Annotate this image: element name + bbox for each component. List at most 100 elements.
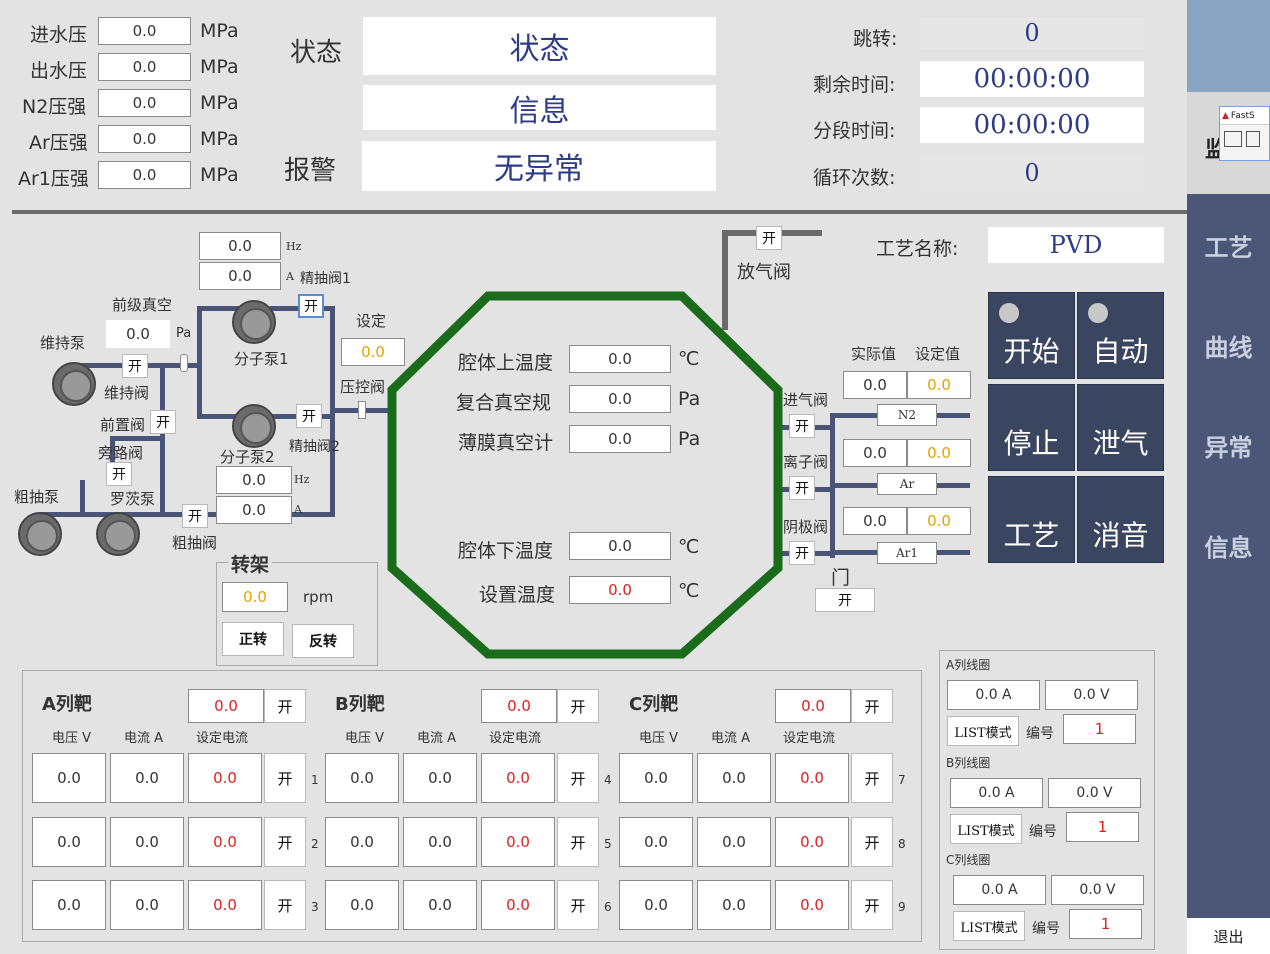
coil-current: 0.0 A <box>953 875 1046 905</box>
target-current: 0.0 <box>403 753 477 803</box>
fast-popup[interactable]: ▲ FastS <box>1219 106 1270 161</box>
target-toggle-button[interactable]: 开 <box>851 880 893 930</box>
cathode-valve-button[interactable]: 开 <box>789 541 815 565</box>
sidebar-item-exception[interactable]: 异常 <box>1187 428 1270 463</box>
ar1-set[interactable]: 0.0 <box>907 507 971 535</box>
roots-pump-icon[interactable] <box>96 512 140 556</box>
stop-button[interactable]: 停止 <box>988 384 1075 471</box>
n2-set[interactable]: 0.0 <box>907 371 971 399</box>
molecular-pump-1-icon[interactable] <box>232 300 276 344</box>
remaining-time-label: 剩余时间: <box>813 74 896 96</box>
target-set-current[interactable]: 0.0 <box>188 753 262 803</box>
target-toggle-button[interactable]: 开 <box>264 817 306 867</box>
target-group-toggle-button[interactable]: 开 <box>557 689 599 723</box>
coil-list-mode-button[interactable]: LIST模式 <box>953 911 1025 941</box>
target-toggle-button[interactable]: 开 <box>557 753 599 803</box>
target-toggle-button[interactable]: 开 <box>851 753 893 803</box>
cathode-valve-label: 阴极阀 <box>783 518 829 536</box>
pre-vacuum-label: 前级真空 <box>112 296 173 314</box>
reverse-button[interactable]: 反转 <box>292 624 354 658</box>
pressure-value: 0.0 <box>98 17 191 45</box>
target-toggle-button[interactable]: 开 <box>264 880 306 930</box>
process-button[interactable]: 工艺 <box>988 476 1075 563</box>
target-set-current[interactable]: 0.0 <box>481 880 555 930</box>
vent-valve-button[interactable]: 开 <box>756 226 782 250</box>
coil-list-mode-button[interactable]: LIST模式 <box>947 716 1019 746</box>
exit-button[interactable]: 退出 <box>1187 918 1270 954</box>
target-group-set-current[interactable]: 0.0 <box>775 689 851 723</box>
pressure-label: 出水压 <box>30 60 88 82</box>
roots-pump-label: 罗茨泵 <box>110 490 156 508</box>
target-number: 7 <box>898 773 906 787</box>
target-toggle-button[interactable]: 开 <box>264 753 306 803</box>
target-set-current[interactable]: 0.0 <box>481 817 555 867</box>
target-current: 0.0 <box>110 880 184 930</box>
rough-valve-button[interactable]: 开 <box>182 504 208 528</box>
fine-valve-1-button[interactable]: 开 <box>298 294 324 318</box>
pressure-label: Ar压强 <box>29 132 88 154</box>
coil-id-value[interactable]: 1 <box>1066 812 1139 842</box>
holding-valve-button[interactable]: 开 <box>122 354 148 378</box>
rough-pump-icon[interactable] <box>18 512 62 556</box>
ar-set[interactable]: 0.0 <box>907 439 971 467</box>
film-gauge-value: 0.0 <box>569 425 671 453</box>
target-set-current[interactable]: 0.0 <box>188 880 262 930</box>
target-toggle-button[interactable]: 开 <box>557 817 599 867</box>
turntable-speed[interactable]: 0.0 <box>222 582 288 612</box>
window-icon[interactable] <box>1246 131 1260 147</box>
door-label: 门 <box>831 567 851 589</box>
turntable-unit: rpm <box>303 588 334 606</box>
target-toggle-button[interactable]: 开 <box>851 817 893 867</box>
pressure-value: 0.0 <box>98 161 191 189</box>
pre-valve-button[interactable]: 开 <box>150 410 176 434</box>
target-group-toggle-button[interactable]: 开 <box>851 689 893 723</box>
target-group-toggle-button[interactable]: 开 <box>264 689 306 723</box>
vent-button[interactable]: 泄气 <box>1077 384 1164 471</box>
set-current-header: 设定电流 <box>196 731 249 746</box>
inlet-valve-button[interactable]: 开 <box>789 414 815 438</box>
cycle-count-value: 0 <box>920 156 1144 190</box>
target-toggle-button[interactable]: 开 <box>557 880 599 930</box>
ar-actual: 0.0 <box>843 439 907 467</box>
coil-list-mode-button[interactable]: LIST模式 <box>950 814 1022 844</box>
mute-button[interactable]: 消音 <box>1077 476 1164 563</box>
set-temp-unit: ℃ <box>678 580 700 602</box>
holding-pump-icon[interactable] <box>52 362 96 406</box>
sidebar-item-process[interactable]: 工艺 <box>1187 228 1270 263</box>
auto-button[interactable]: 自动 <box>1077 292 1164 379</box>
a-unit: A <box>286 270 294 283</box>
coil-title: C列线圈 <box>946 853 991 867</box>
target-number: 1 <box>311 773 319 787</box>
sidebar-item-info[interactable]: 信息 <box>1187 528 1270 563</box>
target-set-current[interactable]: 0.0 <box>775 753 849 803</box>
target-group-title: A列靶 <box>42 694 92 715</box>
folder-icon[interactable] <box>1224 131 1242 147</box>
target-number: 3 <box>311 900 319 914</box>
target-set-current[interactable]: 0.0 <box>188 817 262 867</box>
pre-valve-label: 前置阀 <box>100 416 146 434</box>
chamber-lower-temp-unit: ℃ <box>678 536 700 558</box>
target-set-current[interactable]: 0.0 <box>481 753 555 803</box>
sidebar-item-curve[interactable]: 曲线 <box>1187 328 1270 363</box>
fine-valve-2-button[interactable]: 开 <box>296 404 322 428</box>
target-group-set-current[interactable]: 0.0 <box>188 689 264 723</box>
target-number: 6 <box>604 900 612 914</box>
door-button[interactable]: 开 <box>815 588 875 612</box>
coil-voltage: 0.0 V <box>1051 875 1144 905</box>
target-current: 0.0 <box>110 753 184 803</box>
pressure-unit: MPa <box>200 92 239 114</box>
molecular-pump-2-icon[interactable] <box>232 404 276 448</box>
forward-button[interactable]: 正转 <box>222 622 284 656</box>
coil-id-value[interactable]: 1 <box>1063 714 1136 744</box>
coil-id-label: 编号 <box>1026 726 1054 742</box>
target-group-set-current[interactable]: 0.0 <box>481 689 557 723</box>
bypass-valve-button[interactable]: 开 <box>106 462 132 486</box>
start-button[interactable]: 开始 <box>988 292 1075 379</box>
holding-pump-label: 维持泵 <box>40 334 86 352</box>
coil-id-value[interactable]: 1 <box>1069 909 1142 939</box>
set-temp-value[interactable]: 0.0 <box>569 576 671 604</box>
target-set-current[interactable]: 0.0 <box>775 817 849 867</box>
target-set-current[interactable]: 0.0 <box>775 880 849 930</box>
ion-valve-button[interactable]: 开 <box>789 476 815 500</box>
hz-unit: Hz <box>294 473 310 486</box>
